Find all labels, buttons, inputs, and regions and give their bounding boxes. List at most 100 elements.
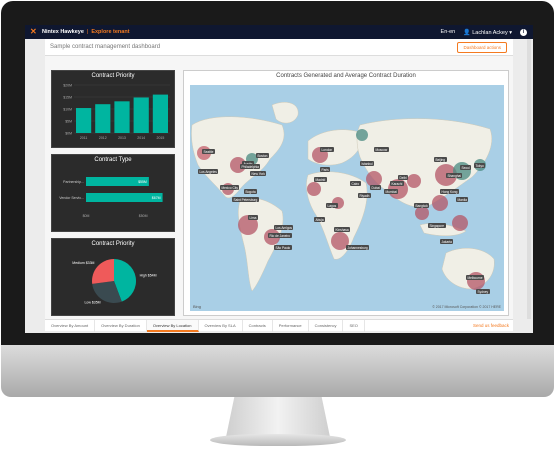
city-label[interactable]: Johannesburg: [346, 245, 370, 250]
city-label[interactable]: Saint Petersburg: [232, 197, 259, 202]
city-label[interactable]: Delhi: [398, 175, 409, 180]
city-label[interactable]: Moscow: [374, 147, 389, 152]
x-tick-label: 2013: [118, 136, 126, 140]
priority-bar-chart: $20M $15M $10M $5M $0M 2011 2012 2013 2014 2015: [63, 84, 170, 140]
city-label[interactable]: Philadelphia: [240, 164, 261, 169]
contract-bubble[interactable]: [407, 174, 421, 188]
city-label[interactable]: Istanbul: [360, 161, 375, 166]
language-selector[interactable]: En-en: [441, 29, 456, 35]
city-label[interactable]: Lagos: [326, 203, 338, 208]
city-label[interactable]: Seoul: [460, 165, 472, 170]
city-label[interactable]: Madrid: [314, 177, 327, 182]
city-label[interactable]: Lima: [248, 215, 258, 220]
bar: [152, 94, 168, 133]
y-tick-label: $5M: [65, 120, 72, 124]
contract-priority-bar-panel[interactable]: Contract Priority $20M $15M $10M $5M $0M 2011…: [51, 70, 175, 148]
city-label[interactable]: Shanghai: [446, 173, 463, 178]
user-menu[interactable]: 👤 Lachlan Ackey ▾: [463, 29, 512, 36]
tab-performance[interactable]: Performance: [273, 319, 309, 332]
greenland: [271, 102, 299, 124]
pie-slice: [92, 259, 114, 284]
info-icon[interactable]: i: [520, 28, 527, 36]
city-label[interactable]: Boston: [256, 153, 269, 158]
city-label[interactable]: Singapore: [428, 223, 446, 228]
city-label[interactable]: Jakarta: [440, 239, 454, 244]
city-label[interactable]: Abuja: [314, 217, 326, 222]
chevron-down-icon: ▾: [509, 29, 512, 36]
city-label[interactable]: London: [320, 147, 334, 152]
bar: [76, 108, 92, 133]
contract-bubble[interactable]: [415, 206, 429, 220]
user-name: Lachlan Ackey: [472, 29, 508, 36]
slice-label: Medium $33M: [72, 261, 94, 265]
brand-name: Nintex Hawkeye: [42, 29, 84, 35]
city-label[interactable]: Paris: [320, 167, 331, 172]
city-label[interactable]: Beijing: [434, 157, 447, 162]
city-label[interactable]: Manila: [456, 197, 469, 202]
tab-contracts[interactable]: Contracts: [243, 319, 273, 332]
city-label[interactable]: São Paulo: [274, 245, 292, 250]
city-label[interactable]: Bangkok: [414, 203, 430, 208]
city-label[interactable]: Kinshasa: [334, 227, 351, 232]
tab-seo[interactable]: SEO: [343, 319, 365, 332]
x-tick-label: 2012: [99, 136, 107, 140]
map-title: Contracts Generated and Average Contract…: [276, 73, 416, 79]
contract-bubble[interactable]: [452, 215, 468, 231]
contract-type-panel[interactable]: Contract Type Partnership... $55M Vendor S…: [51, 154, 175, 232]
user-icon: 👤: [463, 29, 471, 36]
report-tab-bar: Overview By Amount Overview By Duration Ov…: [45, 319, 513, 332]
panel-title: Contract Type: [94, 157, 132, 163]
panel-title: Contract Priority: [91, 73, 135, 79]
tab-overview-by-location[interactable]: Overview By Location: [146, 319, 199, 332]
tenant-name[interactable]: Explore tenant: [91, 29, 129, 35]
city-label[interactable]: Riyadh: [358, 193, 371, 198]
y-tick-label: $0M: [65, 132, 72, 136]
city-label[interactable]: Seattle: [202, 149, 215, 154]
tab-consistency[interactable]: Consistency: [309, 319, 344, 332]
city-label[interactable]: Melbourne: [466, 275, 485, 280]
x-tick-label: $50M: [139, 214, 148, 218]
contract-bubble[interactable]: [356, 129, 368, 141]
city-label[interactable]: Bogota: [244, 189, 258, 194]
top-nav-bar: ✕ Nintex Hawkeye | Explore tenant En-en …: [25, 25, 533, 39]
city-label[interactable]: Mexico City: [220, 185, 240, 190]
city-label[interactable]: Karachi: [390, 181, 404, 186]
city-label[interactable]: Tokyo: [474, 163, 486, 168]
asia: [356, 118, 492, 208]
send-feedback-link[interactable]: Send us feedback: [473, 323, 513, 328]
contract-priority-pie-panel[interactable]: Contract Priority High $54M Low $35M Mediu…: [51, 238, 175, 316]
nintex-x-logo-icon[interactable]: ✕: [30, 28, 38, 36]
tab-overview-by-duration[interactable]: Overview By Duration: [95, 319, 147, 332]
contract-bubble[interactable]: [432, 195, 448, 211]
city-label[interactable]: Mumbai: [384, 189, 399, 194]
city-label[interactable]: Dubai: [370, 185, 382, 190]
tab-overview-by-sla[interactable]: Overview By SLA: [199, 319, 243, 332]
data-label: $67M: [152, 196, 161, 200]
city-label[interactable]: Hong Kong: [440, 189, 459, 194]
tab-overview-by-amount[interactable]: Overview By Amount: [45, 319, 96, 332]
panel-title: Contract Priority: [91, 241, 135, 247]
city-label[interactable]: Cairo: [350, 181, 361, 186]
x-tick-label: 2015: [157, 136, 165, 140]
world-map[interactable]: SeattleLos AngelesMexico CityAustinBosto…: [190, 85, 504, 311]
contract-bubble[interactable]: [307, 182, 321, 196]
contracts-map-panel[interactable]: Contracts Generated and Average Contract…: [183, 70, 509, 316]
bar: [95, 104, 111, 133]
x-tick-label: 2011: [80, 136, 88, 140]
data-label: $55M: [138, 180, 147, 184]
city-label[interactable]: Sydney: [476, 289, 490, 294]
city-label[interactable]: New York: [250, 171, 267, 176]
category-label: Vendor Servic...: [59, 196, 84, 200]
brand-separator: |: [86, 29, 89, 35]
city-label[interactable]: Rio de Janeiro: [268, 233, 292, 238]
slice-label: Low $35M: [84, 300, 100, 304]
city-label[interactable]: Los Angeles: [198, 169, 219, 174]
monitor-chin: [1, 345, 554, 397]
page-scrollbar[interactable]: [527, 39, 531, 319]
x-tick-label: $0M: [83, 214, 90, 218]
monitor-stand-neck: [226, 397, 330, 437]
bar: [114, 101, 130, 133]
dashboard-actions-button[interactable]: Dashboard actions: [457, 41, 507, 53]
page-title: Sample contract management dashboard: [50, 44, 161, 50]
city-label[interactable]: Los Amigos: [274, 225, 294, 230]
